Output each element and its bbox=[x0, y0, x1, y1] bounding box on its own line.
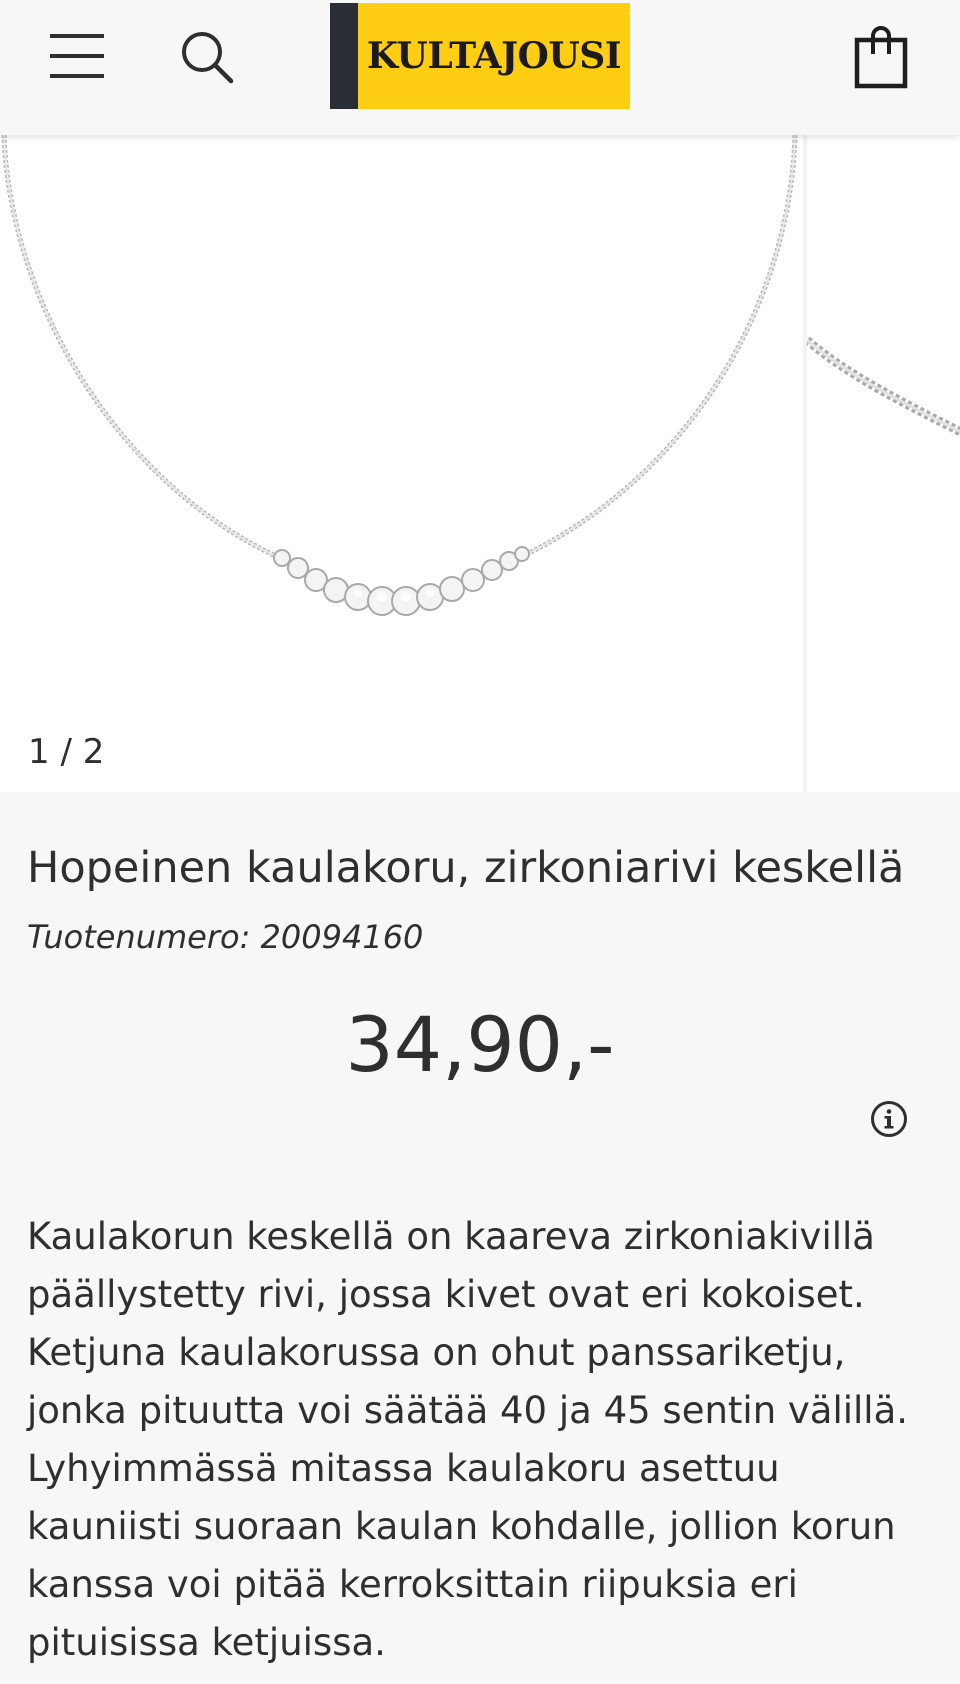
site-header: KULTAJOUSI bbox=[0, 0, 960, 135]
product-image-1[interactable]: 1 / 2 bbox=[0, 135, 803, 792]
description-line: päällystetty rivi, jossa kivet ovat eri … bbox=[27, 1273, 865, 1316]
product-image-2-preview[interactable] bbox=[804, 135, 960, 792]
product-price: 34,90,- bbox=[345, 1000, 615, 1089]
kultajousi-logo[interactable]: KULTAJOUSI bbox=[330, 3, 630, 109]
description-line: Lyhyimmässä mitassa kaulakoru asettuu bbox=[27, 1447, 780, 1490]
sku-label: Tuotenumero: bbox=[27, 918, 251, 956]
hamburger-menu-icon[interactable] bbox=[48, 30, 108, 82]
logo-text: KULTAJOUSI bbox=[366, 35, 622, 77]
shopping-bag-icon[interactable] bbox=[850, 22, 912, 90]
description-line: jonka pituutta voi säätää 40 ja 45 senti… bbox=[27, 1389, 909, 1432]
necklace-clasp-image bbox=[804, 336, 960, 437]
product-page: { "header": { "menu_icon": "hamburger-me… bbox=[0, 0, 960, 1684]
logo-dark-bar bbox=[330, 3, 358, 109]
necklace-image bbox=[1, 135, 798, 616]
description-line: kauniisti suoraan kaulan kohdalle, jolli… bbox=[27, 1505, 896, 1548]
product-title: Hopeinen kaulakoru, zirkoniarivi keskell… bbox=[27, 843, 905, 893]
product-image-gallery[interactable]: 1 / 2 bbox=[0, 135, 960, 792]
description-line: kanssa voi pitää kerroksittain riipuksia… bbox=[27, 1563, 798, 1606]
description-line: Ketjuna kaulakorussa on ohut panssariket… bbox=[27, 1331, 846, 1374]
sku-value: 20094160 bbox=[260, 918, 424, 956]
description-line: pituisissa ketjuissa. bbox=[27, 1621, 386, 1664]
slide-counter: 1 / 2 bbox=[28, 732, 105, 772]
info-icon[interactable] bbox=[870, 1100, 908, 1138]
description-line: Kaulakorun keskellä on kaareva zirkoniak… bbox=[27, 1215, 875, 1258]
product-description: Kaulakorun keskellä on kaareva zirkoniak… bbox=[27, 1208, 952, 1672]
search-icon[interactable] bbox=[178, 28, 238, 88]
product-sku: Tuotenumero: 20094160 bbox=[27, 915, 423, 959]
